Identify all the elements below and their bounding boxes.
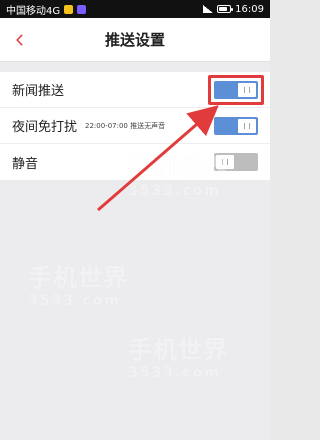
watermark-main-text: 手机世界 [128, 336, 228, 364]
battery-icon [217, 5, 234, 13]
app-notification-icon-2 [77, 4, 87, 14]
knob-grip-icon [244, 87, 250, 93]
battery-fill [219, 7, 227, 11]
news-push-toggle[interactable] [214, 81, 258, 99]
watermark-sub-text: 3533.com [128, 183, 221, 199]
watermark-1: 手机世界 3533.com [128, 148, 228, 199]
content-background [0, 180, 270, 440]
night-dnd-toggle[interactable] [214, 117, 258, 135]
watermark-main-text: 手机世界 [128, 154, 228, 182]
watermark-sub-text: 3533.com [28, 293, 121, 309]
setting-label: 夜间免打扰 [12, 120, 78, 135]
setting-label: 新闻推送 [12, 84, 65, 99]
status-bar: 中国移动4G 16:09 [0, 0, 270, 18]
setting-label: 静音 [12, 156, 39, 172]
status-left: 中国移动4G [6, 2, 87, 17]
setting-row-news-push: 新闻推送 [0, 72, 270, 108]
page-title: 推送设置 [104, 31, 165, 49]
carrier-text: 中国移动4G [6, 5, 61, 17]
setting-row-night-dnd: 夜间免打扰 22:00-07:00 推送无声音 [0, 108, 270, 144]
app-header: 推送设置 [0, 18, 270, 62]
watermark-main-text: 手机世界 [28, 264, 128, 292]
toggle-knob [238, 83, 256, 97]
status-right: 16:09 [203, 4, 264, 15]
clock-text: 16:09 [235, 3, 264, 15]
watermark-2: 手机世界 3533.com [28, 258, 128, 309]
setting-subtext: 22:00-07:00 推送无声音 [85, 121, 166, 130]
app-notification-icon [64, 4, 74, 14]
watermark-3: 手机世界 3533.com [128, 330, 228, 381]
knob-grip-icon [244, 123, 250, 129]
signal-icon [203, 5, 214, 13]
toggle-knob [238, 119, 256, 133]
screen: 中国移动4G 16:09 推送设置 新闻推送 夜间免打扰 22:00-07:00… [0, 0, 270, 440]
watermark-sub-text: 3533.com [128, 365, 221, 381]
